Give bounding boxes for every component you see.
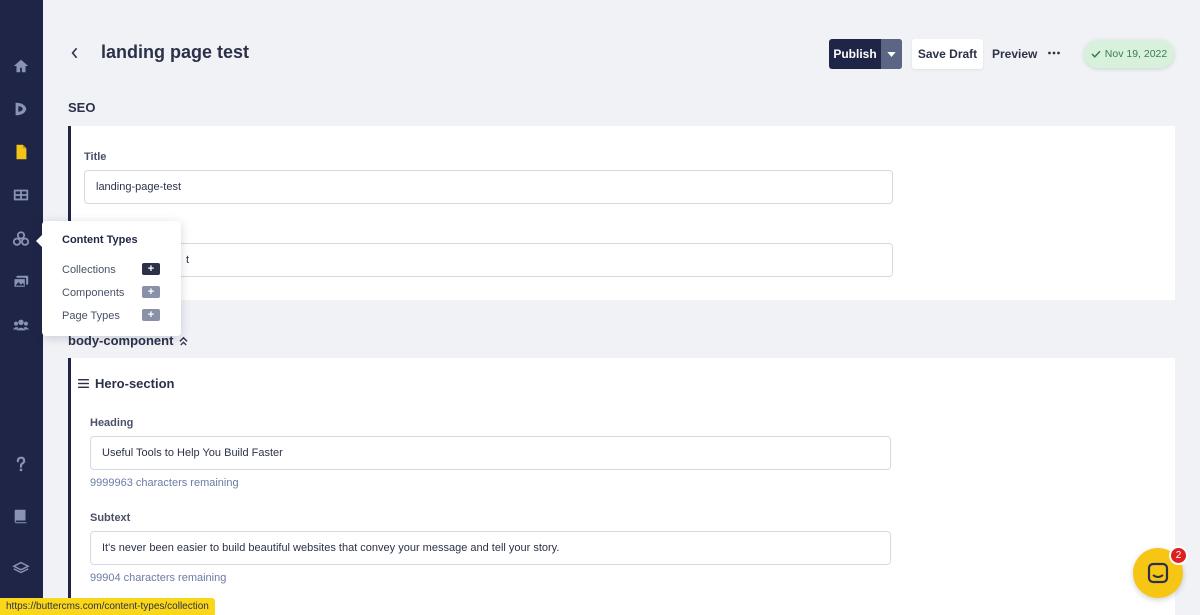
popover-title: Content Types [62, 234, 138, 246]
popover-arrow [36, 235, 42, 247]
pages-icon[interactable] [10, 141, 32, 163]
blog-icon[interactable] [10, 98, 32, 120]
publish-dropdown-toggle[interactable] [881, 39, 902, 69]
subtext-char-count: 99904 characters remaining [90, 572, 227, 584]
preview-button[interactable]: Preview [992, 47, 1037, 61]
popover-item-components[interactable]: Components [62, 287, 124, 299]
home-icon[interactable] [10, 55, 32, 77]
popover-item-page-types[interactable]: Page Types [62, 310, 120, 322]
back-button[interactable] [66, 43, 84, 63]
content-types-icon[interactable] [10, 228, 32, 250]
save-draft-button[interactable]: Save Draft [912, 39, 983, 69]
chat-notification-badge: 2 [1169, 546, 1188, 565]
publish-button[interactable]: Publish [829, 39, 902, 69]
status-badge: Nov 19, 2022 [1084, 40, 1174, 68]
chevron-down-icon [887, 51, 896, 57]
drag-handle-icon[interactable] [78, 379, 89, 388]
heading-field-label: Heading [90, 417, 134, 429]
chevron-left-icon [71, 47, 78, 59]
chat-icon [1147, 562, 1169, 584]
docs-icon[interactable] [10, 505, 32, 527]
seo-panel: Title landing-page-test t [68, 126, 1175, 300]
subtext-field[interactable]: It's never been easier to build beautifu… [90, 531, 891, 565]
status-date: Nov 19, 2022 [1104, 48, 1168, 60]
heading-char-count: 9999963 characters remaining [90, 477, 239, 489]
chevron-up-icon[interactable] [179, 335, 189, 346]
sidebar [0, 0, 43, 615]
more-dots-icon [1048, 51, 1060, 55]
collections-icon[interactable] [10, 184, 32, 206]
content-types-popover: Content Types Collections Components Pag… [36, 221, 181, 336]
hero-section-header: Hero-section [78, 376, 174, 391]
heading-field[interactable]: Useful Tools to Help You Build Faster [90, 436, 891, 470]
help-icon[interactable] [10, 453, 32, 475]
title-field[interactable]: landing-page-test [84, 170, 893, 204]
publish-label[interactable]: Publish [829, 39, 881, 69]
add-component-button[interactable]: + [142, 286, 160, 298]
hero-section-title: Hero-section [95, 376, 175, 391]
hero-section-panel: Hero-section Heading Useful Tools to Hel… [68, 358, 1175, 615]
seo-second-field-value: t [186, 254, 190, 266]
more-options-button[interactable] [1046, 44, 1062, 62]
add-page-type-button[interactable]: + [142, 309, 160, 321]
add-collection-button[interactable]: + [142, 263, 160, 275]
media-icon[interactable] [10, 271, 32, 293]
layers-icon[interactable] [10, 557, 32, 579]
subtext-field-label: Subtext [90, 512, 131, 524]
popover-item-collections[interactable]: Collections [62, 264, 116, 276]
page-title: landing page test [101, 42, 250, 62]
seo-section-title: SEO [68, 100, 96, 115]
users-icon[interactable] [10, 314, 32, 336]
title-field-label: Title [84, 151, 107, 163]
seo-second-field[interactable]: t [84, 243, 893, 277]
check-icon [1091, 50, 1101, 58]
status-url: https://buttercms.com/content-types/coll… [0, 598, 215, 615]
